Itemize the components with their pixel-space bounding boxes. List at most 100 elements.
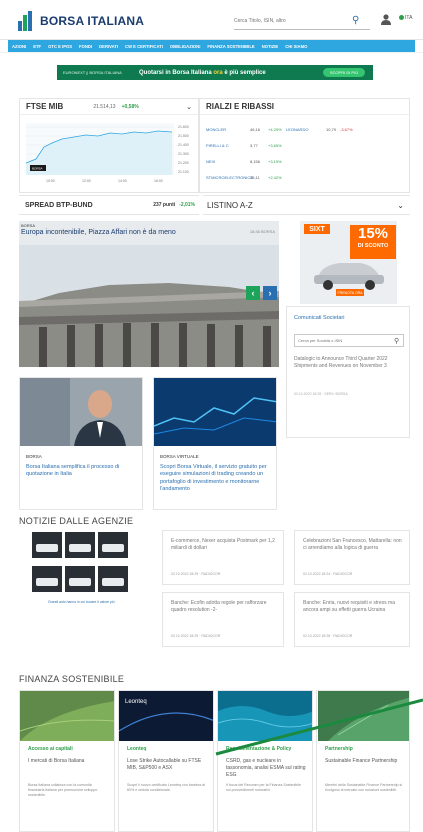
finanza-card[interactable]: Regolamentazione & Policy CSRD, gas e nu… (217, 690, 313, 832)
stock-change-down: -3,67% (340, 127, 353, 132)
agency-thumbnail[interactable]: Grandi auto hanno in cui trovare il valo… (30, 530, 130, 610)
ad-cta[interactable]: PRENOTA ORA (336, 289, 364, 296)
language-label: ITA (405, 15, 413, 21)
comunicati-title[interactable]: Comunicati Societari (294, 315, 344, 321)
stock-change: +2,42% (268, 175, 282, 180)
x-tick: 14:00 (118, 179, 127, 183)
search-icon[interactable]: ⚲ (394, 337, 399, 345)
finanza-card-snippet: Borsa Italiana collabora con la comunità… (28, 783, 98, 798)
hero-article[interactable]: BORSA Europa incontenibile, Piazza Affar… (19, 221, 279, 367)
finanza-card-title[interactable]: CSRD, gas e nucleare in tassonomia, anal… (226, 758, 306, 778)
comunicati-headline[interactable]: Datalogic to Announce Third Quarter 2022… (294, 356, 404, 370)
table-row[interactable]: PIRELLI & C 3,77 +3,65% (206, 139, 282, 152)
agency-news-date: 02.10.2022 18:29 · RADIOCOR (171, 572, 221, 576)
stock-price: 35,11 (250, 175, 260, 180)
card-image (318, 691, 409, 741)
stock-name: MONCLER (206, 127, 227, 132)
agency-news-title[interactable]: E-commerce, Nexer acquista Postmark per … (171, 538, 279, 553)
news-card[interactable]: BORSA VIRTUALE Scopri Borsa Virtuale, il… (153, 377, 277, 510)
agency-news-title[interactable]: Celebrazioni San Francesco, Mattarella: … (303, 538, 403, 553)
banner-text: Quotarsi in Borsa Italiana ora è più sem… (139, 70, 266, 76)
news-card[interactable]: BORSA Borsa Italiana semplifica il proce… (19, 377, 143, 510)
finanza-card-title[interactable]: Sustainable Finance Partnership (325, 758, 405, 765)
nav-item-derivati[interactable]: DERIVATI (99, 44, 118, 49)
search-icon[interactable]: ⚲ (352, 15, 359, 26)
divider (0, 52, 423, 53)
agency-news-item[interactable]: Banche: Ecofin adotta regole per rafforz… (162, 592, 284, 647)
search-input[interactable] (234, 17, 352, 24)
y-tick: 21.200 (178, 161, 189, 165)
banner-cta-button[interactable]: SCOPRI DI PIÙ (323, 68, 365, 77)
agency-section-title: NOTIZIE DALLE AGENZIE (19, 516, 134, 526)
nav-item-azioni[interactable]: AZIONI (12, 44, 26, 49)
stock-price: 8,156 (250, 159, 261, 164)
chevron-down-icon[interactable]: ⌄ (186, 103, 192, 111)
rialzi-ribassi-widget: RIALZI E RIBASSI MONCLER 46,16 +4,29% LE… (199, 98, 410, 193)
card-kicker: BORSA VIRTUALE (160, 454, 199, 459)
agency-news-date: 02.10.2022 18:28 · RADIOCOR (303, 634, 353, 638)
rialzi-title: RIALZI E RIBASSI (206, 102, 275, 111)
nav-item-otc[interactable]: OTC E IPOS (48, 44, 72, 49)
table-row[interactable]: STMICROELECTRONICS 35,11 +2,42% (206, 171, 282, 184)
chevron-down-icon[interactable]: ⌄ (397, 201, 404, 210)
banner-text-b: è più semplice (224, 69, 266, 76)
table-row[interactable]: MONCLER 46,16 +4,29% LEONARDO 10,79 -3,6… (206, 123, 353, 136)
comunicati-search-input[interactable] (298, 338, 394, 343)
finanza-card[interactable]: Partnership Sustainable Finance Partners… (316, 690, 410, 832)
hero-image (19, 245, 279, 367)
agency-news-date: 02.10.2022 18:24 · RADIOCOR (303, 572, 353, 576)
index-name: FTSE MIB (26, 102, 64, 111)
nav-item-chi-siamo[interactable]: CHI SIAMO (285, 44, 307, 49)
listino-a-z[interactable]: LISTINO A-Z ⌄ (203, 195, 410, 215)
index-chart: BORSA 21.600 21.500 21.400 21.300 21.200… (25, 123, 189, 183)
finanza-card-kicker: Leonteq (127, 746, 147, 752)
agency-news-item[interactable]: Banche: Enria, nuovi requisiti e stress … (294, 592, 410, 647)
stock-change: +4,29% (268, 127, 282, 132)
nav-item-notizie[interactable]: NOTIZIE (262, 44, 279, 49)
stock-change: +3,65% (268, 143, 282, 148)
agency-news-title[interactable]: Banche: Ecofin adotta regole per rafforz… (171, 600, 279, 615)
stock-name: PIRELLI & C (206, 143, 229, 148)
finanza-card-title[interactable]: I mercati di Borsa Italiana (28, 758, 108, 765)
finanza-card-kicker: Partnership (325, 746, 353, 752)
finanza-card-kicker: Accesso ai capitali (28, 746, 73, 752)
carousel-next-button[interactable]: › (263, 286, 277, 300)
card-image (218, 691, 312, 741)
globe-icon (399, 15, 404, 21)
carousel-prev-button[interactable]: ‹ (246, 286, 260, 300)
logo-bars-icon (18, 11, 36, 31)
promo-banner[interactable]: EURONEXT || BORSA ITALIANA Quotarsi in B… (57, 65, 373, 80)
card-title[interactable]: Borsa Italiana semplifica il processo di… (26, 464, 136, 479)
spread-change: -2,01% (179, 202, 195, 208)
finanza-card[interactable]: Accesso ai capitali I mercati di Borsa I… (19, 690, 115, 832)
table-row[interactable]: NEXI 8,156 +3,19% (206, 155, 282, 168)
nav-item-cw[interactable]: CW E CERTIFICATI (125, 44, 163, 49)
agency-news-item[interactable]: Celebrazioni San Francesco, Mattarella: … (294, 530, 410, 585)
y-tick: 21.400 (178, 143, 189, 147)
cars-image (30, 530, 130, 600)
stock-name: STMICROELECTRONICS (206, 175, 253, 180)
listino-title: LISTINO A-Z (207, 200, 253, 210)
finanza-card-title[interactable]: Lose Strike Autocallable su FTSE MIB, S&… (127, 758, 207, 772)
card-title[interactable]: Scopri Borsa Virtuale, il servizio gratu… (160, 464, 272, 494)
finanza-card[interactable]: Leonteq Leonteq Lose Strike Autocallable… (118, 690, 214, 832)
hero-kicker: BORSA (21, 223, 36, 228)
banner-text-emphasis: ora (213, 69, 223, 76)
spread-btp-bund[interactable]: SPREAD BTP-BUND 237 punti -2,01% (19, 195, 199, 215)
nav-item-fondi[interactable]: FONDI (79, 44, 92, 49)
x-tick: 12:00 (82, 179, 91, 183)
comunicati-search[interactable]: ⚲ (294, 334, 404, 347)
brand-logo[interactable]: BORSA ITALIANA (18, 10, 144, 32)
agency-news-title[interactable]: Banche: Enria, nuovi requisiti e stress … (303, 600, 403, 615)
user-icon[interactable] (380, 13, 392, 25)
sixt-advertisement[interactable]: SIXT 15% DI SCONTO PRENOTA ORA (300, 221, 397, 304)
hero-title[interactable]: Europa incontenibile, Piazza Affari non … (21, 229, 176, 236)
agency-news-item[interactable]: E-commerce, Nexer acquista Postmark per … (162, 530, 284, 585)
index-value: 21.514,13 (93, 103, 116, 110)
spread-title: SPREAD BTP-BUND (25, 201, 93, 209)
nav-item-etf[interactable]: ETF (33, 44, 41, 49)
nav-item-finanza[interactable]: FINANZA SOSTENIBILE (207, 44, 254, 49)
language-switch[interactable]: ITA (399, 15, 412, 21)
nav-item-obbligazioni[interactable]: OBBLIGAZIONI (170, 44, 200, 49)
search-box[interactable]: ⚲ (234, 12, 370, 30)
